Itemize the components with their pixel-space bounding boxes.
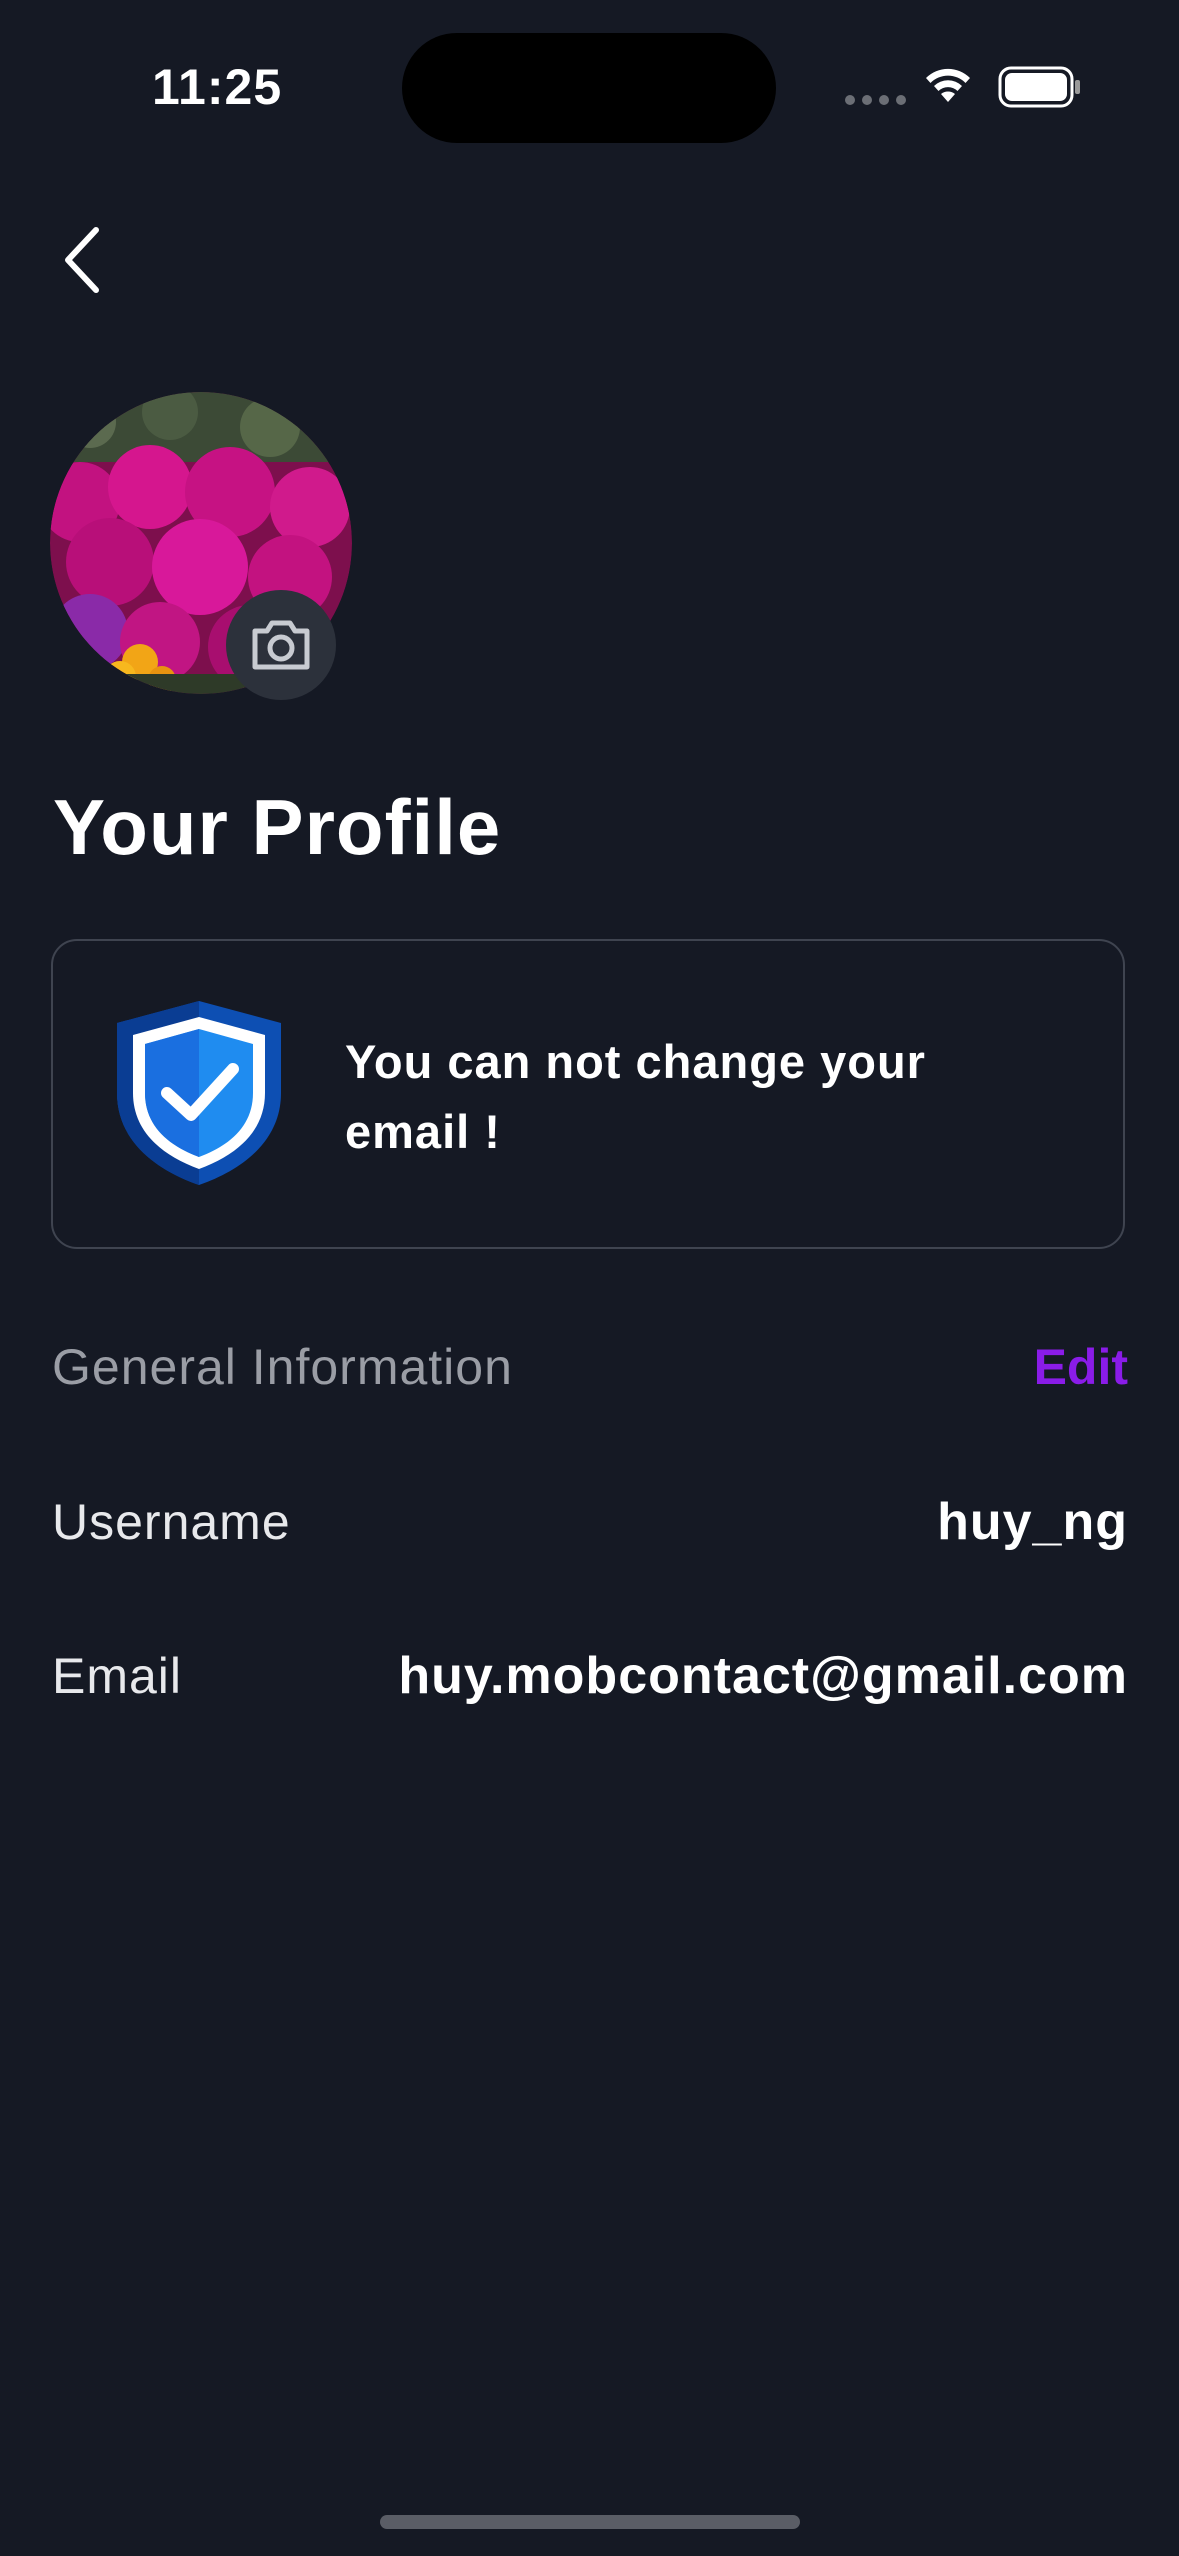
notice-message: You can not change your email !	[345, 1035, 926, 1158]
username-row: Username huy_ng	[52, 1492, 1128, 1552]
camera-icon	[252, 620, 310, 670]
page-title: Your Profile	[53, 783, 502, 871]
status-time: 11:25	[152, 59, 283, 115]
back-chevron-icon[interactable]	[54, 222, 114, 298]
username-label: Username	[52, 1494, 291, 1550]
home-indicator[interactable]	[380, 2515, 800, 2529]
email-value: huy.mobcontact@gmail.com	[398, 1647, 1128, 1705]
dynamic-island	[402, 33, 776, 143]
general-information-header: General Information Edit	[52, 1338, 1128, 1396]
username-value: huy_ng	[937, 1493, 1128, 1551]
profile-avatar[interactable]	[50, 392, 356, 700]
battery-icon	[998, 66, 1080, 108]
email-label: Email	[52, 1648, 183, 1704]
email-row: Email huy.mobcontact@gmail.com	[52, 1646, 1128, 1706]
shield-check-icon	[117, 1001, 281, 1185]
wifi-icon	[926, 68, 970, 102]
section-title: General Information	[52, 1339, 513, 1395]
email-lock-notice: You can not change your email !	[51, 939, 1125, 1249]
cellular-signal-icon	[845, 95, 906, 105]
status-bar: 11:25	[0, 0, 1179, 170]
change-photo-button[interactable]	[226, 590, 336, 700]
edit-button[interactable]: Edit	[1034, 1338, 1128, 1396]
